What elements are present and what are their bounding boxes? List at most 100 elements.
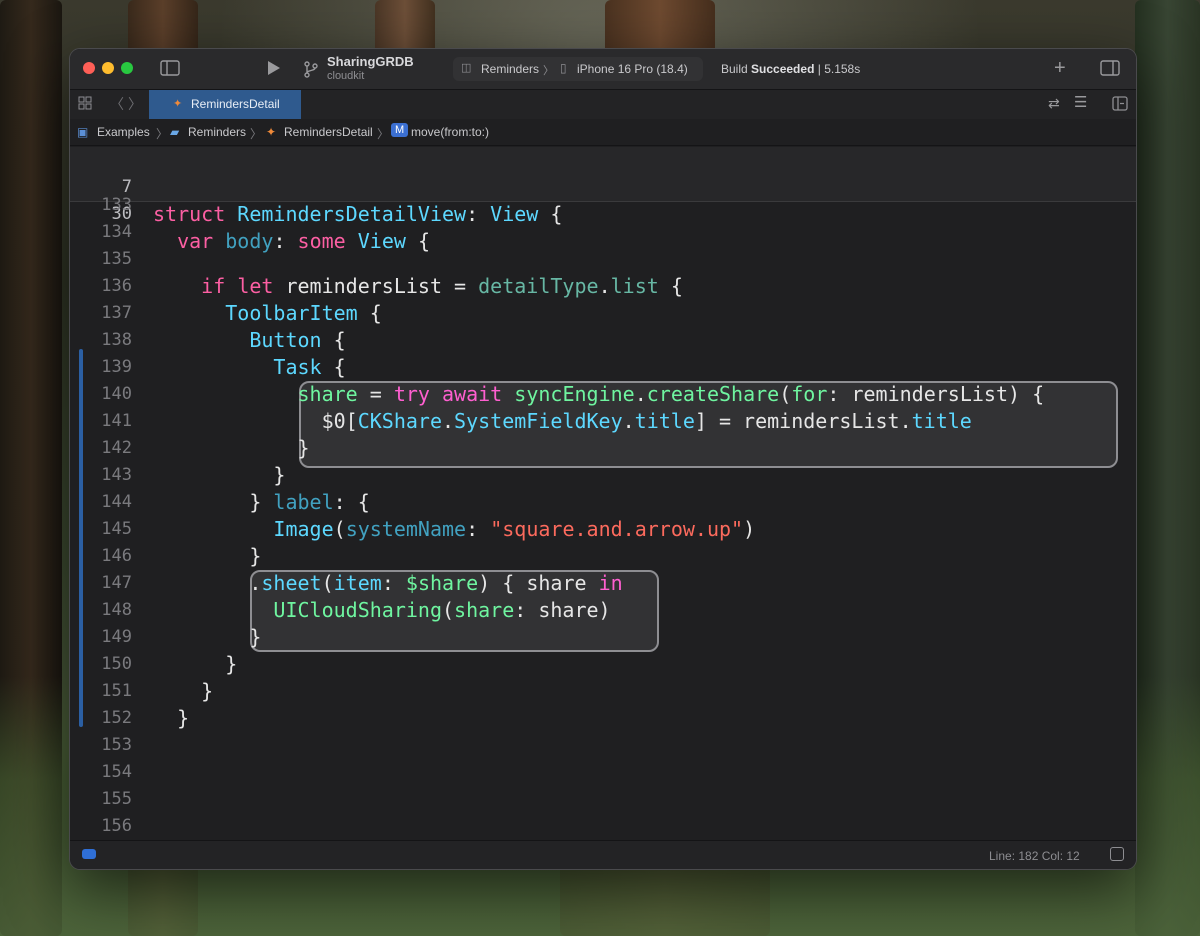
line-number: 145 bbox=[101, 519, 132, 539]
breadcrumb-method[interactable]: move(from:to:) bbox=[411, 125, 489, 139]
code-text: } bbox=[153, 678, 213, 705]
line-number: 144 bbox=[101, 492, 132, 512]
zoom-button[interactable] bbox=[121, 62, 133, 74]
code-token: remindersList = bbox=[273, 274, 479, 298]
debug-area-icon[interactable] bbox=[82, 849, 96, 859]
code-token: in bbox=[598, 571, 623, 595]
code-line: 141 $0[CKShare.SystemFieldKey.title] = r… bbox=[70, 408, 1136, 435]
breadcrumb-item[interactable]: RemindersDetail bbox=[284, 125, 373, 139]
device-icon: ▯ bbox=[560, 61, 567, 75]
breadcrumb-item[interactable]: Examples bbox=[97, 125, 150, 139]
code-token: $0[ bbox=[321, 409, 358, 433]
code-token: let bbox=[237, 274, 274, 298]
code-text: Task { bbox=[153, 354, 345, 381]
build-time: 5.158s bbox=[824, 62, 861, 76]
code-token: if bbox=[201, 274, 226, 298]
code-line: 137 ToolbarItem { bbox=[70, 300, 1136, 327]
editor-options-icon[interactable]: ☰ bbox=[1074, 93, 1087, 111]
code-token: ( bbox=[333, 517, 346, 541]
code-token: : remindersList) { bbox=[827, 382, 1045, 406]
line-number: 136 bbox=[101, 276, 132, 296]
project-name[interactable]: SharingGRDB bbox=[327, 54, 414, 69]
split-editor-icon[interactable] bbox=[1112, 96, 1128, 116]
code-token: . bbox=[598, 274, 611, 298]
grid-icon[interactable] bbox=[78, 96, 92, 115]
code-token: CKShare bbox=[357, 409, 442, 433]
scheme-target[interactable]: Reminders bbox=[481, 62, 539, 76]
line-number: 148 bbox=[101, 600, 132, 620]
code-line: 146 } bbox=[70, 543, 1136, 570]
add-icon[interactable]: + bbox=[1054, 57, 1066, 80]
tab-bar: 〈 〉 ✦ RemindersDetail ⇄ ☰ bbox=[70, 89, 1136, 120]
folder-icon: ▰ bbox=[170, 125, 180, 139]
line-number: 143 bbox=[101, 465, 132, 485]
code-token: $share bbox=[405, 571, 479, 595]
code-editor[interactable]: 133 134 135 136 if let remindersList = deta… bbox=[70, 195, 1136, 840]
back-icon[interactable]: 〈 bbox=[110, 94, 124, 114]
line-number: 140 bbox=[101, 384, 132, 404]
scheme-device[interactable]: iPhone 16 Pro (18.4) bbox=[577, 62, 688, 76]
line-number: 139 bbox=[101, 357, 132, 377]
scheme-selector[interactable]: ◫ Reminders 〉 ▯ iPhone 16 Pro (18.4) bbox=[453, 57, 703, 81]
cursor-position: Line: 182 Col: 12 bbox=[989, 849, 1080, 863]
toolbar: SharingGRDB cloudkit ◫ Reminders 〉 ▯ iPh… bbox=[70, 49, 1136, 89]
code-line: 143 } bbox=[70, 462, 1136, 489]
build-status-prefix: Build bbox=[721, 62, 752, 76]
close-button[interactable] bbox=[83, 62, 95, 74]
code-token: title bbox=[634, 409, 695, 433]
code-line: 148 UICloudSharing(share: share) bbox=[70, 597, 1136, 624]
line-number: 155 bbox=[101, 789, 132, 809]
code-line: 134 bbox=[70, 219, 1136, 246]
line-number: 133 bbox=[101, 195, 132, 215]
sidebar-toggle-icon[interactable] bbox=[160, 59, 180, 82]
line-number: 137 bbox=[101, 303, 132, 323]
code-text: share = try await syncEngine.createShare… bbox=[153, 381, 1045, 408]
code-line: 135 bbox=[70, 246, 1136, 273]
breadcrumb-item[interactable]: Reminders bbox=[188, 125, 246, 139]
swift-icon: ✦ bbox=[173, 98, 183, 110]
code-line: 140 share = try await syncEngine.createS… bbox=[70, 381, 1136, 408]
code-token: Button bbox=[249, 328, 322, 352]
refresh-icon[interactable]: ⇄ bbox=[1048, 95, 1060, 112]
line-number: 156 bbox=[101, 816, 132, 836]
code-token: ( bbox=[779, 382, 792, 406]
run-icon[interactable] bbox=[266, 59, 282, 82]
minimize-button[interactable] bbox=[102, 62, 114, 74]
code-text: } bbox=[153, 705, 189, 732]
line-number: 149 bbox=[101, 627, 132, 647]
line-number: 151 bbox=[101, 681, 132, 701]
tab-remindersdetail[interactable]: ✦ RemindersDetail bbox=[149, 90, 301, 119]
code-line: 153 bbox=[70, 732, 1136, 759]
code-token: ( bbox=[321, 571, 334, 595]
code-token: UICloudSharing bbox=[273, 598, 442, 622]
swift-icon: ✦ bbox=[266, 125, 277, 139]
code-line: 136 if let remindersList = detailType.li… bbox=[70, 273, 1136, 300]
chevron-right-icon: 〉 bbox=[250, 127, 263, 141]
code-line: 147 .sheet(item: $share) { share in bbox=[70, 570, 1136, 597]
code-token: share bbox=[297, 382, 358, 406]
code-token: label bbox=[273, 490, 334, 514]
code-token: } bbox=[153, 706, 190, 730]
code-token: : bbox=[466, 517, 491, 541]
code-text: Image(systemName: "square.and.arrow.up") bbox=[153, 516, 755, 543]
code-token: ) bbox=[743, 517, 756, 541]
code-line: 149 } bbox=[70, 624, 1136, 651]
forward-icon[interactable]: 〉 bbox=[128, 94, 142, 114]
code-token: { bbox=[357, 301, 382, 325]
inspector-toggle-icon[interactable] bbox=[1100, 59, 1120, 82]
branch-icon bbox=[303, 60, 319, 83]
panel-toggle-icon[interactable] bbox=[1110, 847, 1124, 861]
code-line: 133 bbox=[70, 192, 1136, 219]
code-text: ToolbarItem { bbox=[153, 300, 382, 327]
tab-label: RemindersDetail bbox=[191, 97, 280, 111]
code-token: ToolbarItem bbox=[225, 301, 358, 325]
line-number: 150 bbox=[101, 654, 132, 674]
code-token: "square.and.arrow.up" bbox=[490, 517, 744, 541]
